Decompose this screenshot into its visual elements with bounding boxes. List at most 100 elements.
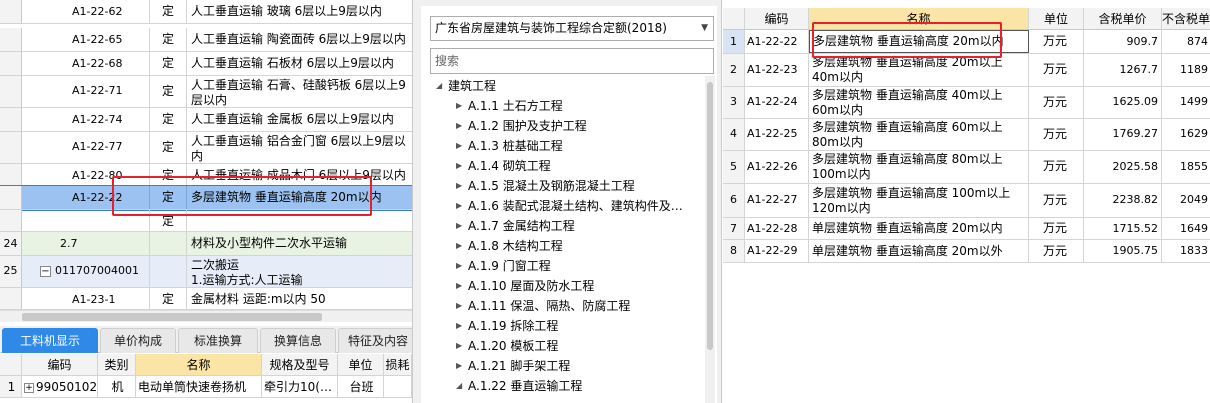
- tab-labor-material-machine[interactable]: 工料机显示: [2, 328, 98, 353]
- table-row[interactable]: 7 A1-22-28 单层建筑物 垂直运输高度 20m以内 万元 1715.52…: [723, 218, 1210, 240]
- tree-node[interactable]: ▶ A.1.3 桩基础工程: [456, 136, 563, 156]
- table-row[interactable]: A1-22-62 定 人工垂直运输 玻璃 6层以上9层以内: [0, 0, 412, 24]
- caret-right-icon[interactable]: ▶: [456, 296, 468, 316]
- bill-item-name[interactable]: 二次搬运 1.运输方式:人工运输: [187, 256, 412, 287]
- item-name[interactable]: 金属材料 运距:m以内 50: [187, 288, 412, 309]
- quota-name[interactable]: 多层建筑物 垂直运输高度 20m以上40m以内: [809, 54, 1029, 86]
- caret-right-icon[interactable]: ▶: [456, 156, 468, 176]
- item-name[interactable]: 人工垂直运输 铝合金门窗 6层以上9层以内: [187, 132, 412, 163]
- resource-name[interactable]: 电动单筒快速卷扬机: [136, 376, 262, 398]
- caret-right-icon[interactable]: ▶: [456, 216, 468, 236]
- table-row[interactable]: 8 A1-22-29 单层建筑物 垂直运输高度 20m以外 万元 1905.75…: [723, 240, 1210, 263]
- table-row-selected[interactable]: 1 A1-22-22 多层建筑物 垂直运输高度 20m以内 万元 909.7 8…: [723, 30, 1210, 54]
- table-row[interactable]: A1-23-1 定 金属材料 运距:m以内 50: [0, 288, 412, 310]
- item-name[interactable]: 人工垂直运输 石膏、硅酸钙板 6层以上9层以内: [187, 76, 412, 107]
- table-row[interactable]: 6 A1-22-27 多层建筑物 垂直运输高度 100m以上120m以内 万元 …: [723, 184, 1210, 218]
- quota-name[interactable]: 多层建筑物 垂直运输高度 100m以上120m以内: [809, 184, 1029, 217]
- caret-right-icon[interactable]: ▶: [456, 316, 468, 336]
- quota-name[interactable]: 多层建筑物 垂直运输高度 20m以内: [809, 30, 1029, 53]
- tree-node[interactable]: ▶ A.1.4 砌筑工程: [456, 156, 551, 176]
- tab-standard-conversion[interactable]: 标准换算: [178, 328, 258, 353]
- item-code[interactable]: A1-22-74: [22, 108, 150, 131]
- table-row-selected[interactable]: A1-22-22 定 多层建筑物 垂直运输高度 20m以内: [0, 185, 412, 211]
- quota-code[interactable]: A1-22-23: [745, 54, 809, 86]
- quota-name[interactable]: 多层建筑物 垂直运输高度 80m以上100m以内: [809, 151, 1029, 183]
- column-header[interactable]: 单位: [1029, 8, 1084, 30]
- column-header[interactable]: 损耗: [384, 354, 412, 376]
- item-code[interactable]: [22, 210, 150, 231]
- table-row[interactable]: A1-22-74 定 人工垂直运输 金属板 6层以上9层以内: [0, 108, 412, 132]
- quota-name[interactable]: 多层建筑物 垂直运输高度 40m以上60m以内: [809, 87, 1029, 118]
- tree-node[interactable]: ▶ A.1.6 装配式混凝土结构、建筑构件及…: [456, 196, 683, 216]
- table-row[interactable]: 定: [0, 210, 412, 232]
- tree-node-building[interactable]: ◢ 建筑工程: [436, 76, 496, 96]
- resource-code-cell[interactable]: +990501020: [22, 376, 98, 398]
- item-name[interactable]: 多层建筑物 垂直运输高度 20m以内: [187, 186, 412, 209]
- item-name[interactable]: 人工垂直运输 成品木门 6层以上9层以内: [187, 164, 412, 185]
- item-code[interactable]: A1-22-68: [22, 52, 150, 75]
- caret-right-icon[interactable]: ▶: [456, 176, 468, 196]
- column-header[interactable]: 含税单价: [1084, 8, 1162, 30]
- section-code[interactable]: 2.7: [22, 232, 150, 255]
- quota-code[interactable]: A1-22-24: [745, 87, 809, 118]
- quota-code[interactable]: A1-22-22: [745, 30, 809, 53]
- table-row[interactable]: A1-22-71 定 人工垂直运输 石膏、硅酸钙板 6层以上9层以内: [0, 76, 412, 108]
- item-code[interactable]: A1-23-1: [22, 288, 150, 309]
- scrollbar-thumb[interactable]: [22, 313, 322, 321]
- caret-right-icon[interactable]: ▶: [456, 336, 468, 356]
- caret-down-icon[interactable]: ◢: [436, 76, 448, 96]
- caret-right-icon[interactable]: ▶: [456, 96, 468, 116]
- item-name[interactable]: 人工垂直运输 石板材 6层以上9层以内: [187, 52, 412, 75]
- tab-conversion-info[interactable]: 换算信息: [260, 328, 336, 353]
- tree-node[interactable]: ▶ A.1.11 保温、隔热、防腐工程: [456, 296, 630, 316]
- vertical-scrollbar[interactable]: [705, 76, 715, 403]
- item-code[interactable]: A1-22-62: [22, 0, 150, 23]
- column-header[interactable]: 不含税单: [1162, 8, 1210, 30]
- tree-node[interactable]: ▶ A.1.2 围护及支护工程: [456, 116, 587, 136]
- item-name[interactable]: [187, 210, 412, 231]
- quota-code[interactable]: A1-22-26: [745, 151, 809, 183]
- tree-node[interactable]: ▶ A.1.19 拆除工程: [456, 316, 558, 336]
- caret-right-icon[interactable]: ▶: [456, 116, 468, 136]
- column-header[interactable]: 类别: [98, 354, 136, 376]
- quota-code[interactable]: A1-22-27: [745, 184, 809, 217]
- horizontal-scrollbar[interactable]: [0, 310, 412, 322]
- resource-spec[interactable]: 牵引力10(…: [262, 376, 338, 398]
- column-header[interactable]: 规格及型号: [262, 354, 338, 376]
- table-row[interactable]: 3 A1-22-24 多层建筑物 垂直运输高度 40m以上60m以内 万元 16…: [723, 87, 1210, 119]
- section-name[interactable]: 材料及小型构件二次水平运输: [187, 232, 412, 255]
- item-code[interactable]: A1-22-71: [22, 76, 150, 107]
- quota-name[interactable]: 单层建筑物 垂直运输高度 20m以内: [809, 218, 1029, 239]
- quota-code[interactable]: A1-22-25: [745, 119, 809, 150]
- tree-node[interactable]: ▶ A.1.8 木结构工程: [456, 236, 563, 256]
- table-row[interactable]: 5 A1-22-26 多层建筑物 垂直运输高度 80m以上100m以内 万元 2…: [723, 151, 1210, 184]
- table-row[interactable]: A1-22-77 定 人工垂直运输 铝合金门窗 6层以上9层以内: [0, 132, 412, 164]
- item-name[interactable]: 人工垂直运输 玻璃 6层以上9层以内: [187, 0, 412, 23]
- caret-down-icon[interactable]: ◢: [456, 376, 468, 396]
- resource-loss[interactable]: [384, 376, 412, 398]
- chevron-down-icon[interactable]: ▼: [701, 17, 708, 40]
- tree-node[interactable]: ▶ A.1.21 脚手架工程: [456, 356, 570, 376]
- tree-node[interactable]: ▶ A.1.7 金属结构工程: [456, 216, 575, 236]
- tree-node[interactable]: ▶ A.1.5 混凝土及钢筋混凝土工程: [456, 176, 635, 196]
- tree-node[interactable]: ▶ A.1.10 屋面及防水工程: [456, 276, 594, 296]
- tree-node-vertical-transport[interactable]: ◢ A.1.22 垂直运输工程: [456, 376, 582, 396]
- table-row[interactable]: A1-22-65 定 人工垂直运输 陶瓷面砖 6层以上9层以内: [0, 28, 412, 52]
- expand-icon[interactable]: +: [24, 382, 34, 393]
- tab-unit-price-composition[interactable]: 单价构成: [100, 328, 176, 353]
- quota-code[interactable]: A1-22-28: [745, 218, 809, 239]
- tree-node[interactable]: ▶ A.1.20 模板工程: [456, 336, 558, 356]
- bill-item-code[interactable]: −011707004001: [22, 256, 150, 287]
- caret-right-icon[interactable]: ▶: [456, 276, 468, 296]
- table-row[interactable]: 2 A1-22-23 多层建筑物 垂直运输高度 20m以上40m以内 万元 12…: [723, 54, 1210, 87]
- scrollbar-thumb[interactable]: [707, 82, 713, 350]
- tab-features[interactable]: 特征及内容: [338, 328, 412, 353]
- section-row[interactable]: 24 2.7 材料及小型构件二次水平运输: [0, 232, 412, 256]
- caret-right-icon[interactable]: ▶: [456, 136, 468, 156]
- search-input[interactable]: [430, 48, 714, 74]
- quota-name[interactable]: 单层建筑物 垂直运输高度 20m以外: [809, 240, 1029, 262]
- quota-library-select[interactable]: 广东省房屋建筑与装饰工程综合定额(2018) ▼: [430, 16, 714, 41]
- item-code[interactable]: A1-22-80: [22, 164, 150, 185]
- bill-item-row[interactable]: 25 −011707004001 二次搬运 1.运输方式:人工运输: [0, 256, 412, 288]
- collapse-icon[interactable]: −: [40, 265, 51, 277]
